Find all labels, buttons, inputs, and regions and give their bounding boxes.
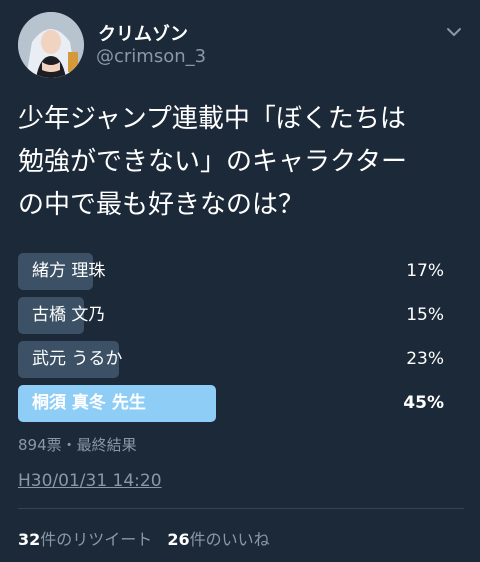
chevron-down-icon[interactable] [444, 22, 464, 42]
poll-option-label: 武元 うるか [32, 349, 123, 369]
poll-option-label: 桐須 真冬 先生 [32, 393, 146, 413]
divider [18, 508, 464, 509]
like-label: 件のいいね [189, 530, 270, 549]
tweet-header: クリムゾン @crimson_3 [0, 0, 480, 90]
poll-option-label: 緒方 理珠 [32, 261, 106, 281]
poll-option: 緒方 理珠 17% [18, 253, 458, 290]
like-stat[interactable]: 26件のいいね [167, 530, 269, 549]
poll-option-percent: 15% [406, 305, 444, 325]
poll-option: 古橋 文乃 15% [18, 297, 458, 334]
poll-option: 武元 うるか 23% [18, 341, 458, 378]
poll-option-percent: 17% [406, 261, 444, 281]
timestamp[interactable]: H30/01/31 14:20 [18, 471, 162, 491]
poll: 緒方 理珠 17% 古橋 文乃 15% 武元 うるか 23% 桐須 真冬 先生 … [18, 253, 458, 429]
tweet-text-line: 勉強ができない」のキャラクター [18, 147, 407, 177]
retweet-count: 32 [18, 530, 41, 549]
retweet-stat[interactable]: 32件のリツイート [18, 530, 152, 549]
tweet-text: 少年ジャンプ連載中「ぼくたちは 勉強ができない」のキャラクター の中で最も好きな… [18, 98, 468, 227]
display-name[interactable]: クリムゾン [98, 20, 188, 46]
like-count: 26 [167, 530, 190, 549]
poll-option-percent: 23% [406, 349, 444, 369]
tweet-text-line: の中で最も好きなのは？ [18, 190, 305, 220]
poll-meta: 894票・最終結果 [18, 436, 137, 454]
poll-option-winner: 桐須 真冬 先生 45% [18, 385, 458, 422]
poll-option-percent: 45% [403, 393, 444, 413]
user-handle[interactable]: @crimson_3 [96, 46, 206, 67]
avatar[interactable] [18, 12, 84, 78]
retweet-label: 件のリツイート [40, 530, 153, 549]
tweet-text-line: 少年ジャンプ連載中「ぼくたちは [18, 104, 406, 134]
tweet-stats: 32件のリツイート 26件のいいね [18, 526, 280, 550]
poll-option-label: 古橋 文乃 [32, 305, 106, 325]
